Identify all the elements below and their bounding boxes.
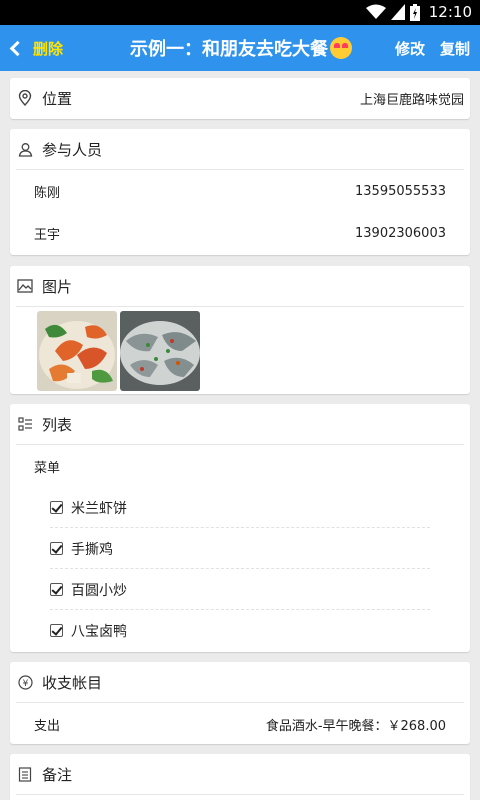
participant-name: 陈刚 — [34, 185, 61, 201]
checklist-item[interactable]: 手撕鸡 — [10, 528, 470, 569]
shrimp-dish-photo[interactable] — [37, 311, 117, 391]
delete-back-button[interactable]: 删除 — [9, 25, 64, 71]
list-header: 列表 — [10, 404, 470, 444]
copy-button[interactable]: 复制 — [440, 25, 470, 71]
checklist-item[interactable]: 八宝卤鸭 — [10, 610, 470, 651]
notes-label: 备注 — [42, 765, 73, 784]
notes-card: 备注 — [10, 754, 470, 800]
images-label: 图片 — [42, 277, 73, 296]
app-bar: 删除 示例一：和朋友去吃大餐 修改 复制 — [0, 25, 480, 71]
notes-header: 备注 — [10, 754, 470, 794]
location-header: 位置 上海巨鹿路味觉园 — [10, 78, 470, 118]
signal-icon — [390, 4, 405, 20]
accounts-label: 收支帐目 — [42, 673, 103, 692]
checkbox-checked-icon[interactable] — [50, 583, 63, 596]
list-label: 列表 — [42, 415, 73, 434]
person-icon — [16, 140, 34, 158]
image-icon — [16, 277, 34, 295]
images-card: 图片 — [10, 266, 470, 394]
participant-phone[interactable]: 13902306003 — [355, 226, 446, 241]
list-sublabel: 菜单 — [34, 460, 61, 476]
seafood-platter-photo[interactable] — [120, 311, 200, 391]
accounts-header: ¥ 收支帐目 — [10, 662, 470, 702]
battery-icon — [409, 3, 420, 21]
participants-header: 参与人员 — [10, 129, 470, 169]
account-row[interactable]: 支出 食品酒水-早午晚餐：￥268.00 — [10, 703, 470, 745]
participants-label: 参与人员 — [42, 140, 103, 159]
participants-card: 参与人员 陈刚 13595055533 王宇 13902306003 — [10, 129, 470, 255]
participant-row[interactable]: 王宇 13902306003 — [10, 212, 470, 254]
checklist-item-label: 米兰虾饼 — [71, 500, 127, 517]
page-title: 示例一：和朋友去吃大餐 — [130, 25, 352, 71]
page-title-text: 示例一：和朋友去吃大餐 — [130, 39, 328, 60]
accounts-card: ¥ 收支帐目 支出 食品酒水-早午晚餐：￥268.00 — [10, 662, 470, 744]
yen-coin-icon: ¥ — [16, 673, 34, 691]
participant-phone[interactable]: 13595055533 — [355, 184, 446, 199]
note-icon — [16, 765, 34, 783]
participant-row[interactable]: 陈刚 13595055533 — [10, 170, 470, 212]
location-value: 上海巨鹿路味觉园 — [359, 92, 464, 108]
status-bar: 12:10 — [0, 0, 480, 25]
photo-strip — [10, 307, 470, 391]
svg-text:¥: ¥ — [22, 679, 28, 689]
checkbox-checked-icon[interactable] — [50, 542, 63, 555]
checklist-icon — [16, 415, 34, 433]
heart-eyes-emoji-icon — [330, 37, 352, 59]
checklist-item[interactable]: 米兰虾饼 — [10, 487, 470, 528]
checkbox-checked-icon[interactable] — [50, 501, 63, 514]
delete-label: 删除 — [33, 39, 64, 58]
checklist-item-label: 百圆小炒 — [71, 582, 127, 599]
divider — [16, 794, 464, 795]
location-card[interactable]: 位置 上海巨鹿路味觉园 — [10, 78, 470, 119]
status-icons: 12:10 — [365, 3, 472, 21]
images-header: 图片 — [10, 266, 470, 306]
checklist-item-label: 手撕鸡 — [71, 541, 113, 558]
checklist-item-label: 八宝卤鸭 — [71, 623, 127, 640]
account-type: 支出 — [34, 718, 61, 734]
checkbox-checked-icon[interactable] — [50, 624, 63, 637]
account-detail: 食品酒水-早午晚餐：￥268.00 — [265, 718, 446, 734]
wifi-icon — [365, 4, 386, 19]
clock: 12:10 — [428, 3, 472, 21]
list-card: 列表 菜单 米兰虾饼 手撕鸡 百圆小炒 八宝卤鸭 — [10, 404, 470, 652]
edit-button[interactable]: 修改 — [395, 25, 425, 71]
chevron-left-icon — [9, 40, 26, 56]
checklist-item[interactable]: 百圆小炒 — [10, 569, 470, 610]
location-label: 位置 — [42, 89, 73, 108]
location-pin-icon — [16, 89, 34, 107]
participant-name: 王宇 — [34, 227, 61, 243]
